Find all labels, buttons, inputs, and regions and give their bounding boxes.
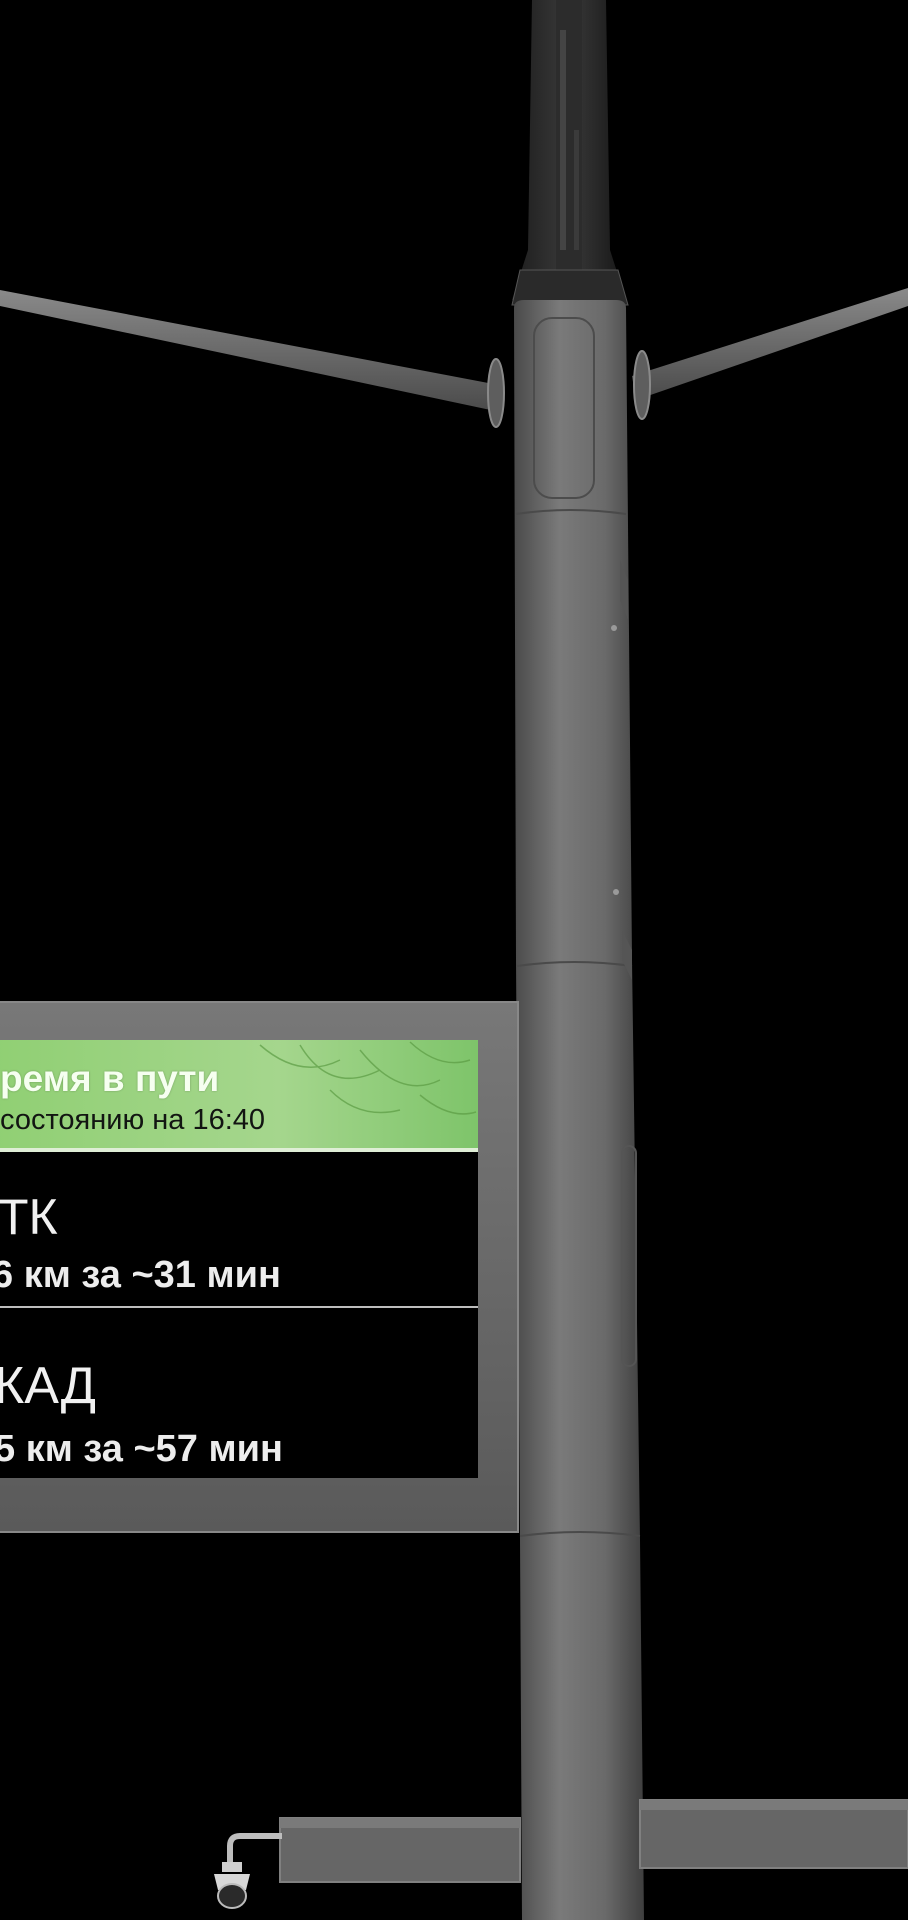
sign-header-subtitle: состоянию на 16:40 (0, 1104, 266, 1136)
route-2-detail: 5 км за ~57 мин (0, 1428, 283, 1470)
lower-arm-right (639, 1799, 908, 1869)
pole-top-section (511, 0, 629, 306)
pole-illustration (0, 0, 908, 1920)
row-divider (0, 1306, 478, 1308)
lower-arm-left (279, 1817, 521, 1883)
security-camera-icon (214, 1833, 282, 1909)
street-pole-scene: ремя в пути состоянию на 16:40 ТК 6 км з… (0, 0, 908, 1920)
route-1-name: ТК (0, 1189, 58, 1245)
pole-shaft (514, 300, 644, 1920)
route-1-detail: 6 км за ~31 мин (0, 1254, 281, 1296)
right-arm (632, 288, 908, 420)
route-2-name: КАД (0, 1357, 96, 1415)
left-arm (0, 290, 505, 428)
sign-header-title: ремя в пути (0, 1058, 220, 1099)
